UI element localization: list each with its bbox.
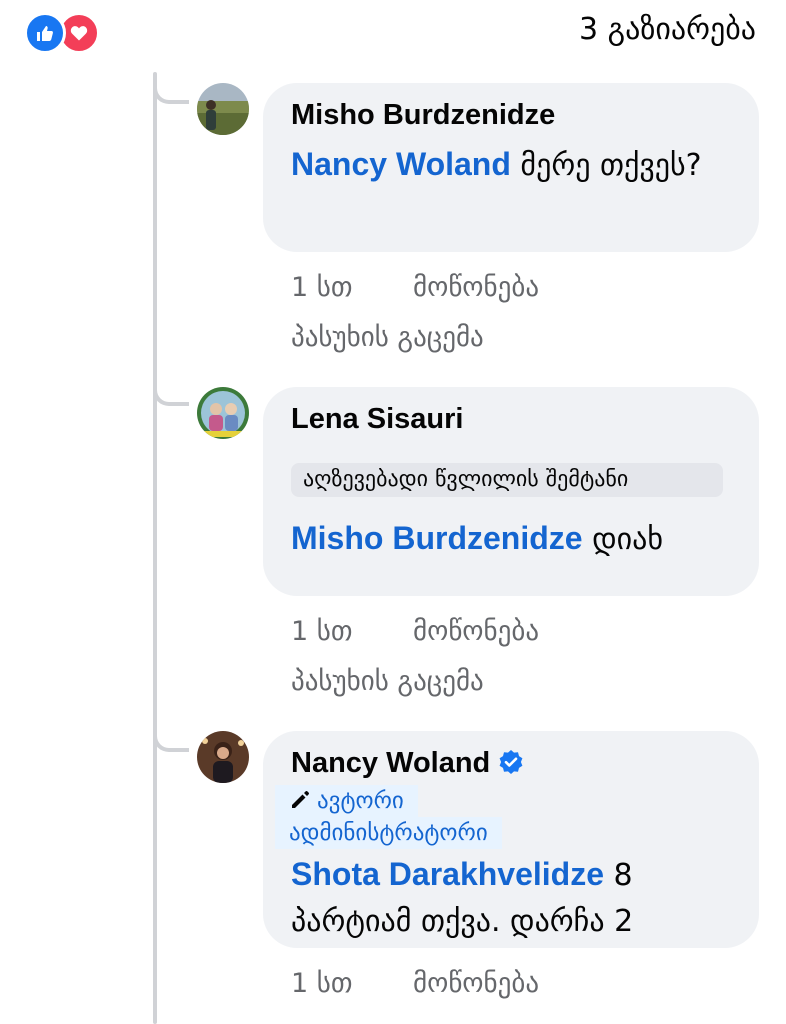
pencil-icon bbox=[292, 791, 309, 808]
like-button[interactable]: მოწონება bbox=[413, 272, 539, 303]
role-badges: ავტორი ადმინისტრატორი bbox=[263, 781, 731, 849]
comment-text: Shota Darakhvelidze 8 პარტიამ თქვა. დარჩ… bbox=[291, 851, 731, 945]
reactions-bar: 3 გაზიარება bbox=[0, 0, 786, 64]
avatar[interactable] bbox=[197, 731, 249, 783]
shares-count-link[interactable]: 3 გაზიარება bbox=[579, 12, 756, 47]
comment-author[interactable]: Misho Burdzenidze bbox=[291, 97, 731, 133]
thread-connector bbox=[153, 378, 189, 406]
comment-actions: 1 სთ მოწონება bbox=[291, 272, 539, 303]
author-badge-label: ავტორი bbox=[317, 788, 404, 814]
comment-actions: 1 სთ მოწონება bbox=[291, 616, 539, 647]
comment-text: Misho Burdzenidze დიახ bbox=[291, 515, 731, 563]
comment-actions: 1 სთ მოწონება bbox=[291, 968, 539, 999]
author-name[interactable]: Nancy Woland bbox=[291, 747, 490, 779]
thread-line bbox=[153, 72, 157, 1024]
comment-text: Nancy Woland მერე თქვეს? bbox=[291, 141, 731, 189]
comment-time[interactable]: 1 სთ bbox=[291, 272, 413, 303]
mention-link[interactable]: Nancy Woland bbox=[291, 146, 511, 182]
like-button[interactable]: მოწონება bbox=[413, 616, 539, 647]
comment-bubble: Misho Burdzenidze Nancy Woland მერე თქვე… bbox=[263, 83, 759, 252]
verified-badge-icon bbox=[499, 750, 523, 774]
comment-body: დიახ bbox=[582, 522, 664, 557]
like-icon bbox=[24, 12, 66, 54]
author-badge: ავტორი bbox=[275, 785, 418, 817]
comment-bubble: Lena Sisauri აღზევებადი წვლილის შემტანი … bbox=[263, 387, 759, 596]
reply-button[interactable]: პასუხის გაცემა bbox=[291, 322, 484, 353]
comment-author: Nancy Woland bbox=[291, 745, 731, 781]
thread-connector bbox=[153, 76, 189, 104]
mention-link[interactable]: Shota Darakhvelidze bbox=[291, 856, 604, 892]
avatar[interactable] bbox=[197, 387, 249, 439]
comment-time[interactable]: 1 სთ bbox=[291, 968, 413, 999]
reaction-summary[interactable] bbox=[24, 12, 100, 54]
contributor-badge: აღზევებადი წვლილის შემტანი bbox=[291, 463, 723, 497]
like-button[interactable]: მოწონება bbox=[413, 968, 539, 999]
comment-author[interactable]: Lena Sisauri bbox=[291, 401, 731, 437]
reply-button[interactable]: პასუხის გაცემა bbox=[291, 666, 484, 697]
thread-connector bbox=[153, 724, 189, 752]
comment-body: მერე თქვეს? bbox=[510, 148, 702, 183]
comment-bubble: Nancy Woland ავტორი ადმინისტრატორი Shota… bbox=[263, 731, 759, 948]
avatar[interactable] bbox=[197, 83, 249, 135]
comment-time[interactable]: 1 სთ bbox=[291, 616, 413, 647]
admin-badge: ადმინისტრატორი bbox=[275, 817, 502, 849]
mention-link[interactable]: Misho Burdzenidze bbox=[291, 520, 583, 556]
